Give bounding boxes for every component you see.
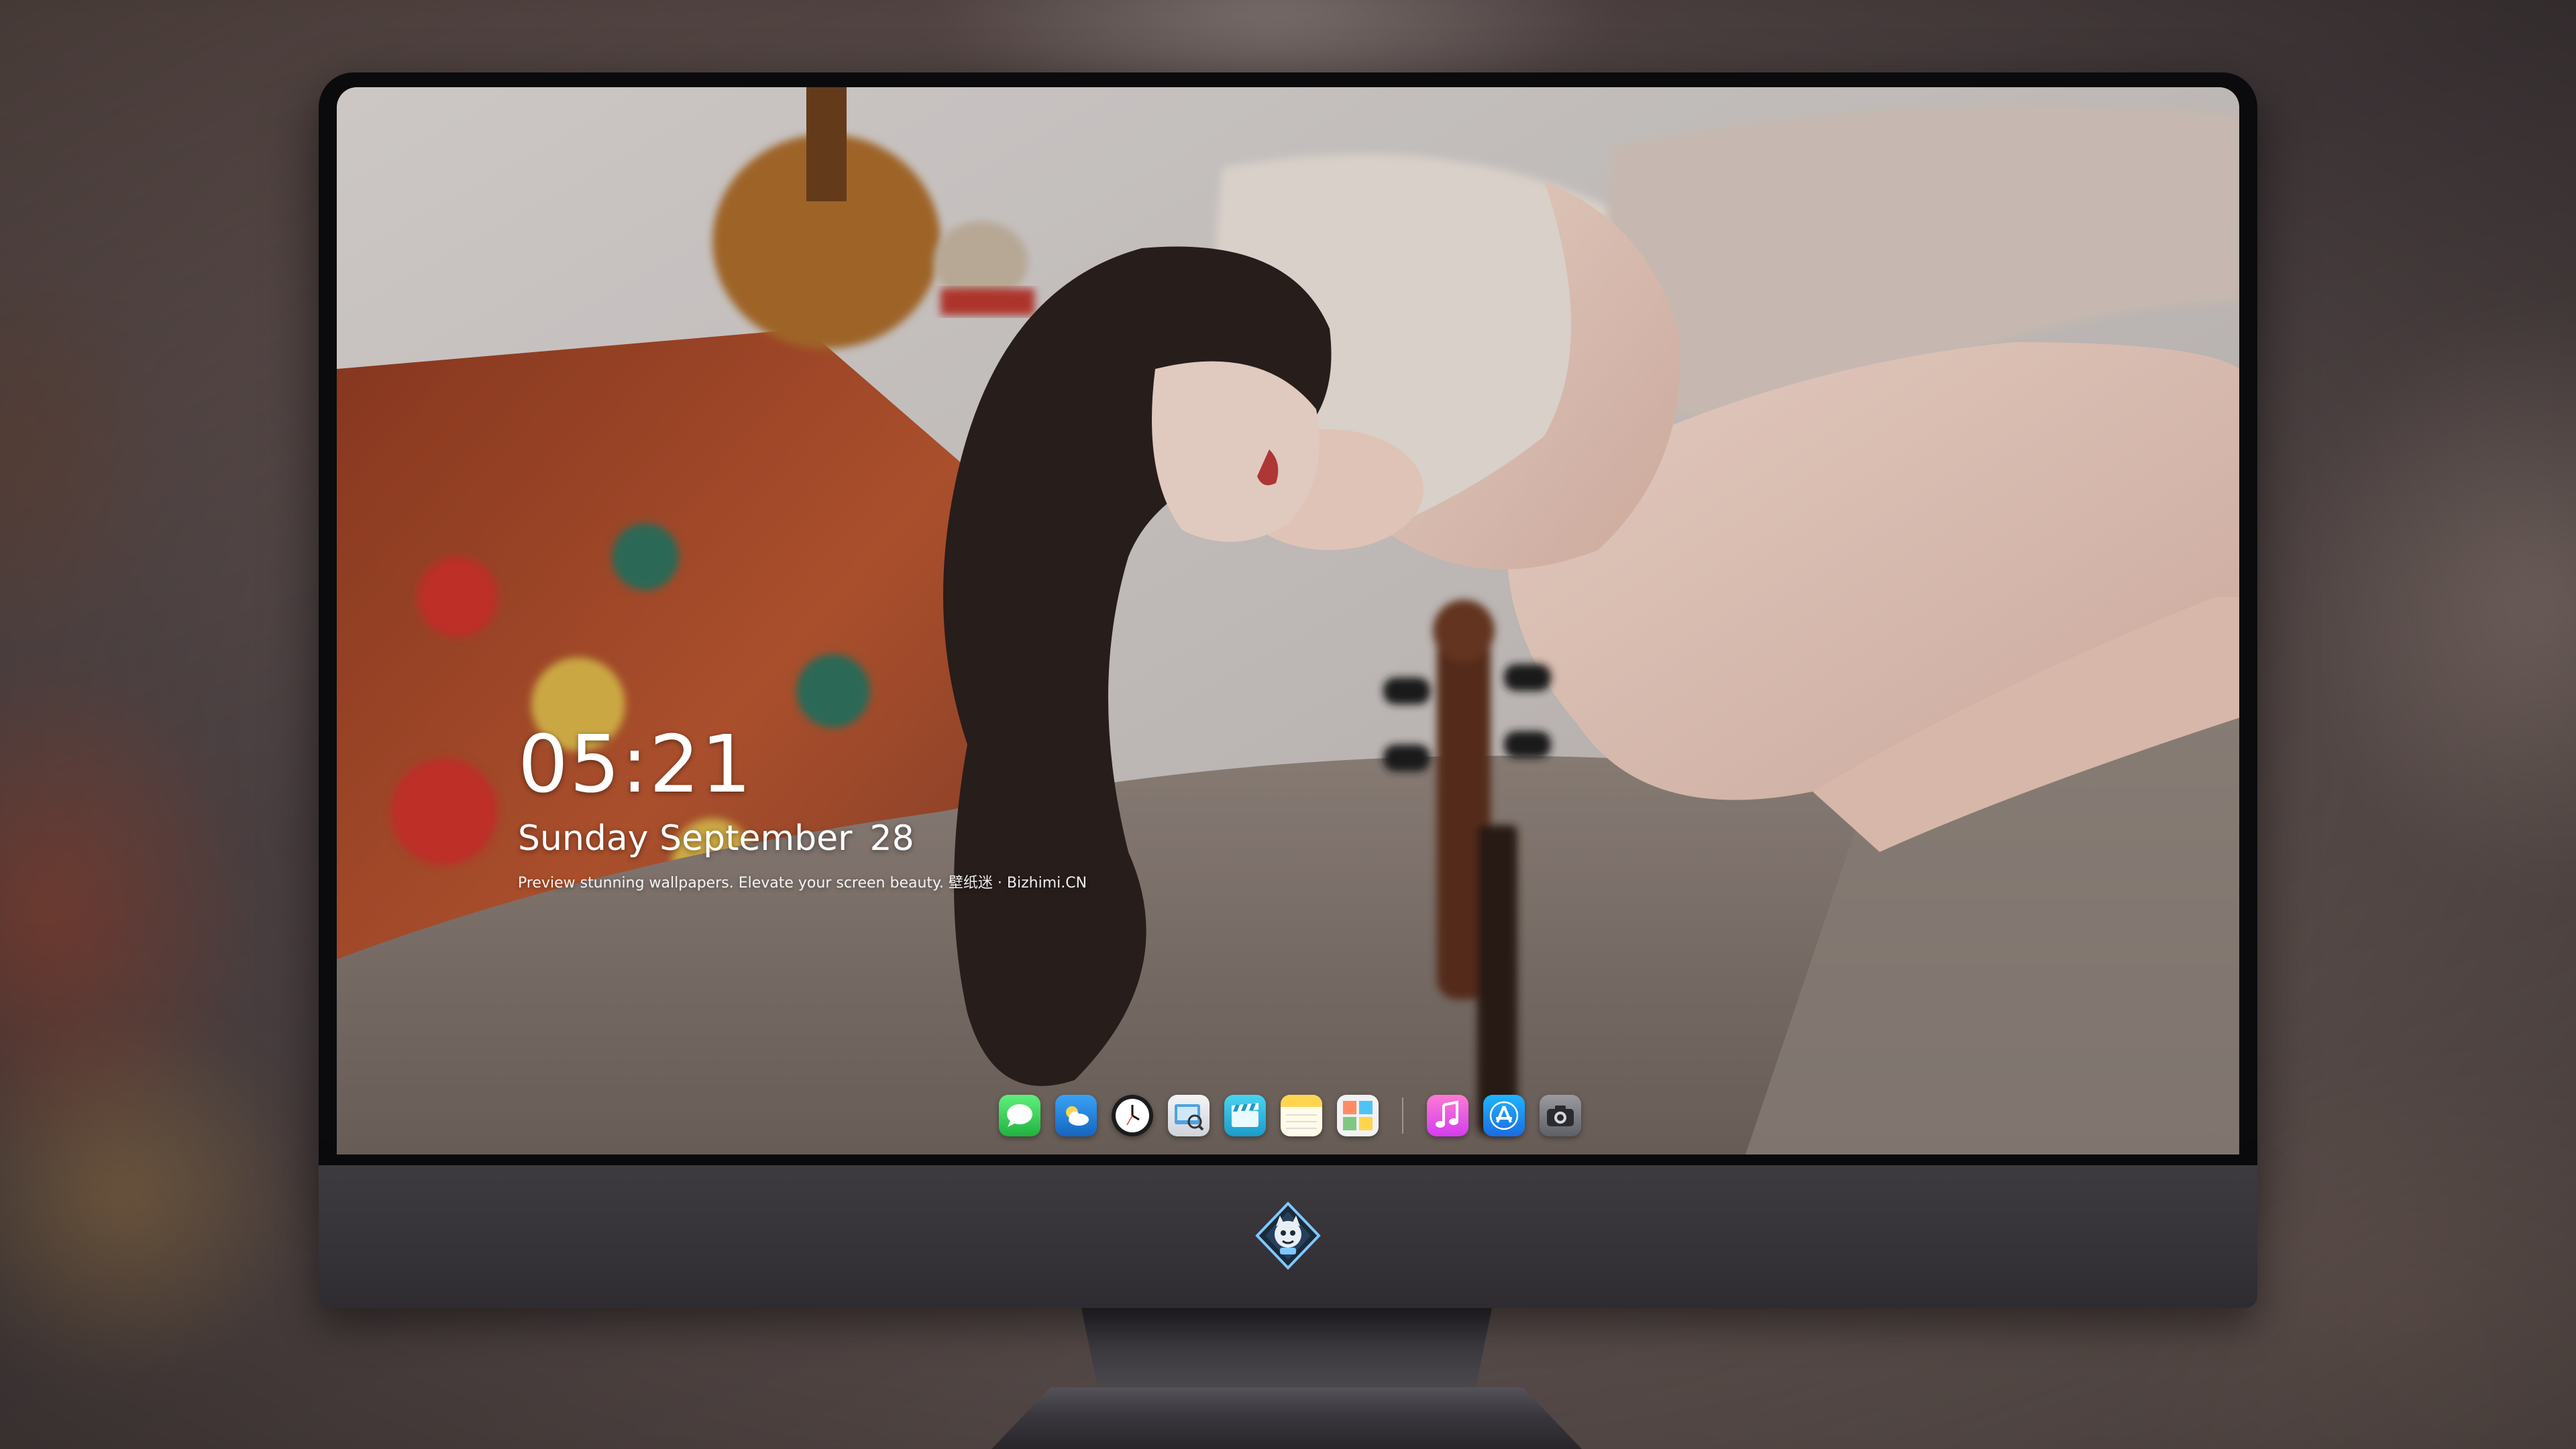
monitor-stand-base: [991, 1387, 1582, 1449]
clock-icon[interactable]: [1112, 1095, 1153, 1136]
app-store-icon[interactable]: [1483, 1095, 1525, 1136]
notes-icon[interactable]: [1281, 1095, 1322, 1136]
messages-icon[interactable]: [999, 1095, 1040, 1136]
camera-icon[interactable]: [1540, 1095, 1581, 1136]
monitor-screen: 05:21 Sunday September 28 Preview stunnin…: [337, 87, 2239, 1155]
clock-time: 05:21: [518, 718, 753, 810]
clock-date: Sunday September 28: [518, 821, 1087, 856]
clock-date-weekday-month: Sunday September: [518, 818, 853, 859]
clips-icon[interactable]: [1224, 1095, 1266, 1136]
dock-separator: [1402, 1097, 1403, 1134]
wallpaper-image: [337, 87, 2239, 1155]
monitor-stand-neck: [1081, 1308, 1492, 1389]
dock: [991, 1087, 1589, 1144]
weather-icon[interactable]: [1055, 1095, 1097, 1136]
photo-booth-icon[interactable]: [1337, 1095, 1379, 1136]
lockscreen-clock: 05:21 Sunday September 28 Preview stunnin…: [518, 724, 1087, 891]
music-icon[interactable]: [1427, 1095, 1468, 1136]
clock-date-day: 28: [869, 818, 914, 859]
preview-icon[interactable]: [1168, 1095, 1210, 1136]
desktop-mockup-scene: 05:21 Sunday September 28 Preview stunnin…: [0, 0, 2576, 1449]
wallpaper-tagline: Preview stunning wallpapers. Elevate you…: [518, 875, 1087, 892]
brand-logo-icon: [1253, 1201, 1323, 1271]
